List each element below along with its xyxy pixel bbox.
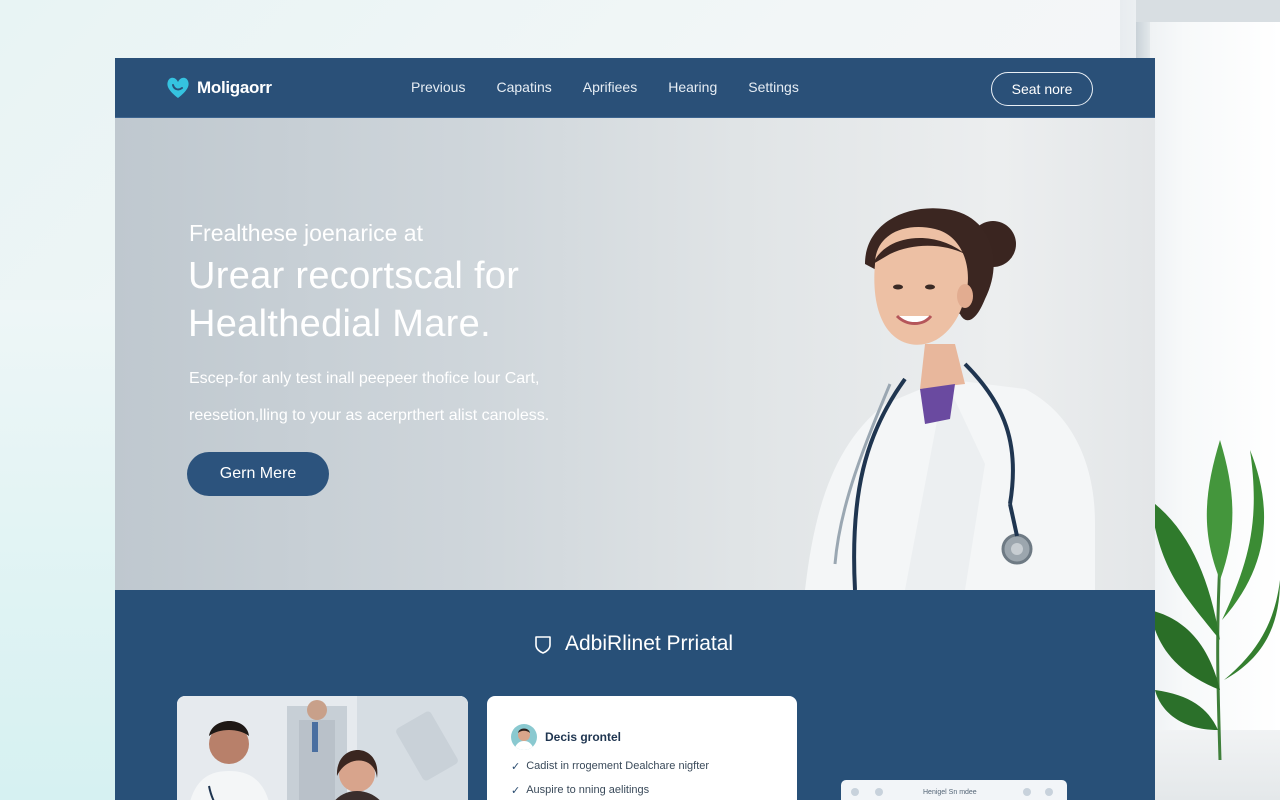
hero-section: Frealthese joenarice at Urear recortscal… bbox=[115, 118, 1155, 590]
website-frame: Moligaorr Previous Capatins Aprifiees He… bbox=[115, 58, 1155, 800]
dot-icon bbox=[875, 788, 883, 796]
plant-decoration bbox=[1150, 440, 1280, 760]
medical-team-image bbox=[177, 696, 468, 800]
doctor-image bbox=[805, 208, 1095, 590]
top-navbar: Moligaorr Previous Capatins Aprifiees He… bbox=[115, 58, 1155, 118]
nav-link-settings[interactable]: Settings bbox=[748, 79, 799, 95]
hero-learn-more-button[interactable]: Gern Mere bbox=[187, 452, 329, 496]
hero-eyebrow: Frealthese joenarice at bbox=[189, 220, 423, 246]
nav-link-aprifiees[interactable]: Aprifiees bbox=[583, 79, 637, 95]
mini-card-text: Henigel Sn mdee bbox=[923, 789, 977, 796]
hero-title-line-2: Healthedial Mare. bbox=[188, 303, 491, 345]
dot-icon bbox=[1023, 788, 1031, 796]
section-title: AdbiRlinet Prriatal bbox=[565, 632, 734, 655]
info-card-header: Decis grontel bbox=[511, 724, 621, 750]
shield-icon bbox=[535, 636, 551, 654]
nav-link-hearing[interactable]: Hearing bbox=[668, 79, 717, 95]
background-glow bbox=[0, 300, 115, 800]
hero-title: Urear recortscal for Healthedial Mare. bbox=[188, 252, 708, 348]
section-heading: AdbiRlinet Prriatal bbox=[533, 632, 733, 656]
team-photo-card[interactable] bbox=[177, 696, 468, 800]
hero-title-line-1: Urear recortscal for bbox=[188, 255, 520, 297]
dot-icon bbox=[1045, 788, 1053, 796]
info-card-title: Decis grontel bbox=[545, 730, 622, 744]
nav-link-previous[interactable]: Previous bbox=[411, 79, 465, 95]
features-section: AdbiRlinet Prriatal Decis grontel ✓ Cadi… bbox=[115, 590, 1155, 800]
list-item-text: Cadist in rrogement Dealchare nigfter bbox=[526, 760, 710, 772]
hero-body-line-2: reesetion,lling to your as acerprthert a… bbox=[189, 407, 550, 424]
heart-logo-icon bbox=[167, 77, 189, 98]
background-window-frame-top bbox=[1136, 0, 1280, 22]
nav-cta-button[interactable]: Seat nore bbox=[991, 72, 1093, 106]
nav-link-capatins[interactable]: Capatins bbox=[496, 79, 551, 95]
list-item: ✓ Cadist in rrogement Dealchare nigfter bbox=[511, 760, 709, 773]
hero-body-line-1: Escep-for anly test inall peepeer thofic… bbox=[189, 370, 540, 387]
avatar bbox=[511, 724, 537, 750]
nav-links: Previous Capatins Aprifiees Hearing Sett… bbox=[411, 79, 830, 95]
brand-name: Moligaorr bbox=[197, 78, 272, 97]
brand-logo[interactable]: Moligaorr bbox=[165, 76, 272, 100]
checkmark-icon: ✓ bbox=[511, 761, 521, 773]
list-item-text: Auspire to nning aelitings bbox=[526, 784, 650, 796]
dot-icon bbox=[851, 788, 859, 796]
info-card[interactable]: Decis grontel ✓ Cadist in rrogement Deal… bbox=[487, 696, 797, 800]
mini-preview-card[interactable]: Henigel Sn mdee bbox=[841, 780, 1067, 800]
list-item: ✓ Auspire to nning aelitings bbox=[511, 784, 709, 797]
hero-body: Escep-for anly test inall peepeer thofic… bbox=[189, 360, 709, 434]
checkmark-icon: ✓ bbox=[511, 785, 521, 797]
info-checklist: ✓ Cadist in rrogement Dealchare nigfter … bbox=[511, 760, 709, 800]
